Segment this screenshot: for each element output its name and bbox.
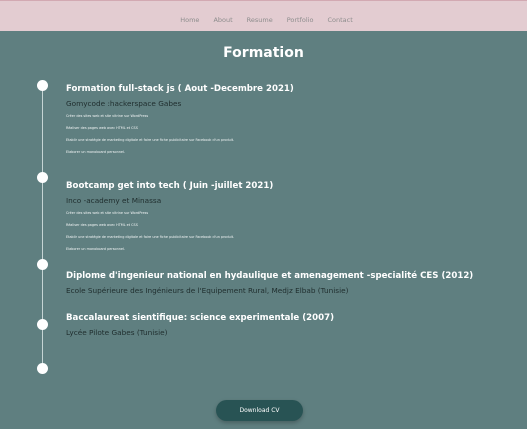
item-title: Baccalaureat sientifique: science experi… — [66, 313, 335, 323]
detail-item: Créer des sites web et site vitrine sur … — [66, 211, 149, 215]
nav-resume-link[interactable]: Resume — [247, 16, 273, 24]
item-organization: Gomycode :hackerspace Gabes — [66, 99, 182, 108]
nav-list: Home About Resume Portfolio Contact — [180, 7, 353, 26]
timeline-item: Baccalaureat sientifique: science experi… — [66, 313, 334, 337]
download-cv-button[interactable]: Download CV — [216, 400, 303, 421]
detail-item: Créer des sites web et site vitrine sur … — [66, 114, 149, 118]
item-organization: Ecole Supérieure des Ingénieurs de l'Equ… — [66, 286, 349, 295]
item-title: Formation full-stack js ( Aout -Decembre… — [66, 84, 294, 94]
nav-home-link[interactable]: Home — [180, 16, 199, 24]
timeline-item: Bootcamp get into tech ( Juin -juillet 2… — [66, 181, 273, 259]
nav-contact-link[interactable]: Contact — [327, 16, 352, 24]
timeline-dot — [37, 363, 48, 374]
item-organization: Inco -academy et Minassa — [66, 196, 162, 205]
timeline-dot — [37, 259, 48, 270]
item-title: Diplome d'ingenieur national en hydauliq… — [66, 271, 474, 281]
timeline-dot — [37, 172, 48, 183]
detail-item: Etablir une stratégie de marketing digit… — [66, 138, 235, 142]
timeline-dot — [37, 319, 48, 330]
nav-portfolio-link[interactable]: Portfolio — [287, 16, 314, 24]
detail-list: Créer des sites web et site vitrine sur … — [66, 211, 273, 259]
timeline-dot — [37, 80, 48, 91]
detail-list: Créer des sites web et site vitrine sur … — [66, 114, 294, 162]
detail-item: Elaborer un monoboard personnel. — [66, 150, 125, 154]
detail-item: Réaliser des pages web avec HTML et CSS — [66, 126, 138, 130]
timeline-item: Diplome d'ingenieur national en hydauliq… — [66, 271, 473, 295]
section-title: Formation — [223, 45, 304, 61]
top-navbar: Home About Resume Portfolio Contact — [0, 0, 527, 31]
item-organization: Lycée Pilote Gabes (Tunisie) — [66, 328, 168, 337]
detail-item: Etablir une stratégie de marketing digit… — [66, 235, 235, 239]
detail-item: Elaborer un monoboard personnel. — [66, 247, 125, 251]
item-title: Bootcamp get into tech ( Juin -juillet 2… — [66, 181, 274, 191]
detail-item: Réaliser des pages web avec HTML et CSS — [66, 223, 138, 227]
nav-about-link[interactable]: About — [213, 16, 232, 24]
timeline-item: Formation full-stack js ( Aout -Decembre… — [66, 84, 294, 162]
